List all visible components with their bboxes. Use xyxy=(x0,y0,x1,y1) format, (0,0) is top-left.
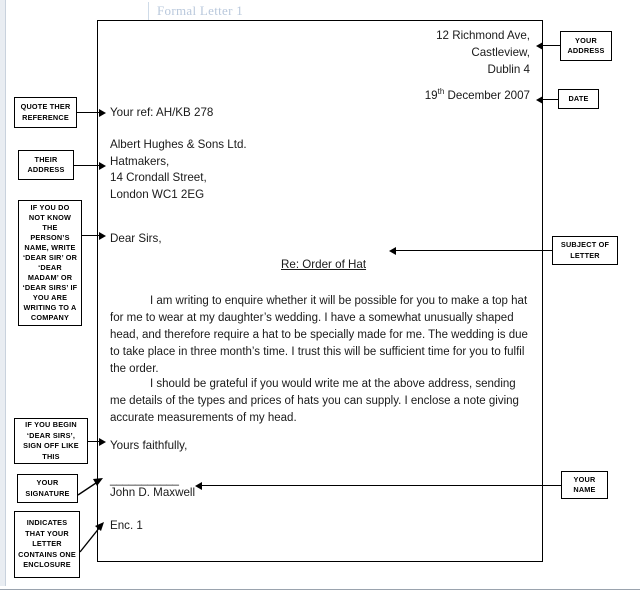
connector-enclosure-note xyxy=(79,522,104,553)
screenshot-root: Formal Letter 1 12 Richmond Ave, Castlev… xyxy=(0,0,640,592)
page-bottom-rule xyxy=(0,589,640,590)
